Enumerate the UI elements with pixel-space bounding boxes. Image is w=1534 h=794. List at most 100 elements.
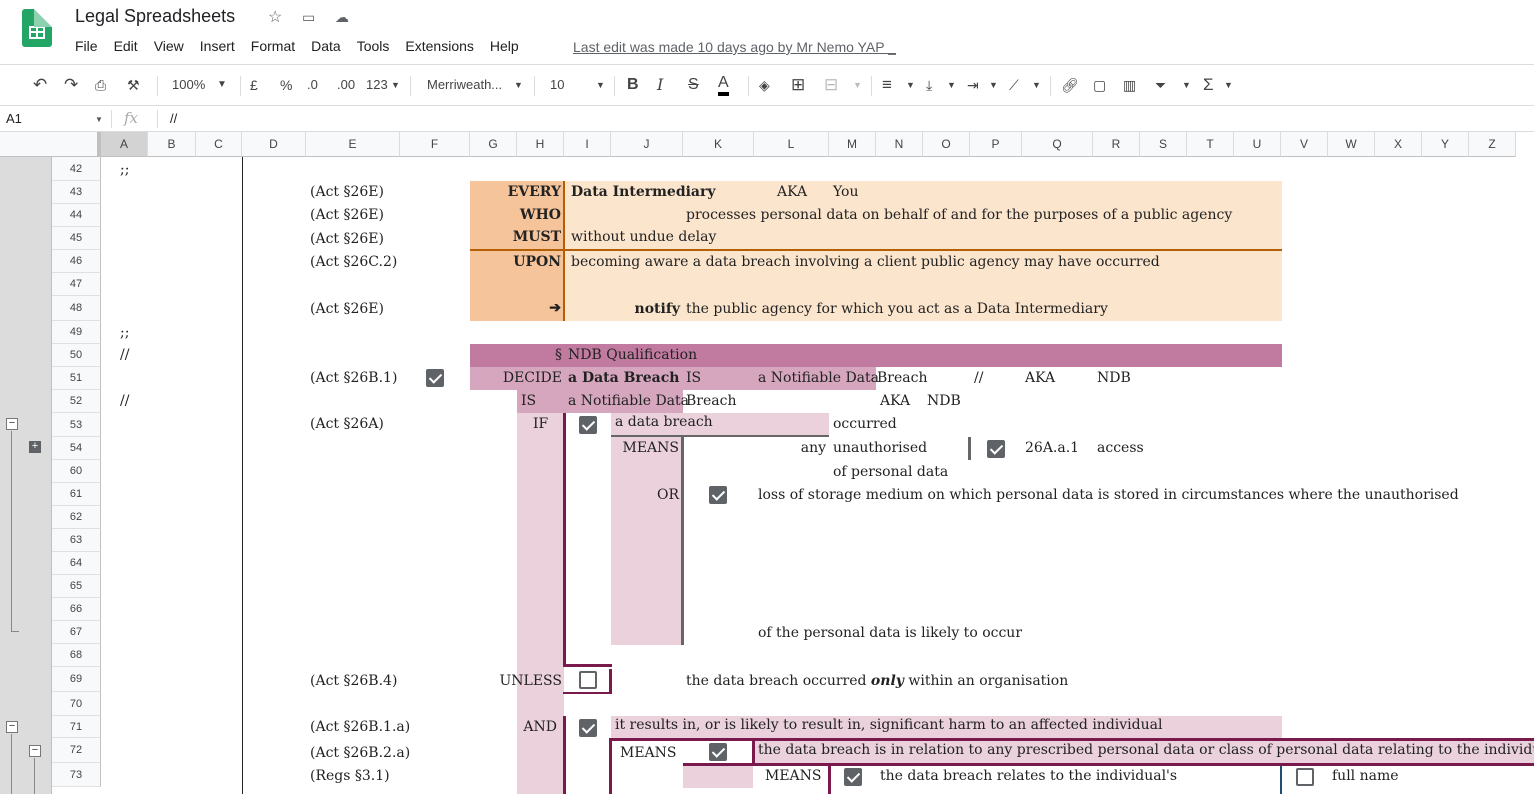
column-header[interactable]: P xyxy=(970,132,1022,157)
menu-file[interactable]: File xyxy=(75,38,98,54)
bold-button[interactable]: B xyxy=(627,74,639,96)
increase-decimal-button[interactable]: .00 xyxy=(337,74,355,96)
menu-format[interactable]: Format xyxy=(251,38,295,54)
cell-j61[interactable]: OR xyxy=(611,487,679,503)
cell-a49[interactable]: ;; xyxy=(120,325,129,341)
text-wrap-icon[interactable]: ⇥ xyxy=(967,74,979,96)
column-header[interactable]: O xyxy=(923,132,970,157)
menu-tools[interactable]: Tools xyxy=(357,38,390,54)
cell-e71[interactable]: (Act §26B.1.a) xyxy=(310,719,410,735)
row-header[interactable]: 63 xyxy=(52,529,101,552)
zoom-dropdown-icon[interactable]: ▼ xyxy=(217,74,227,96)
column-header[interactable]: K xyxy=(683,132,754,157)
column-header[interactable]: Q xyxy=(1022,132,1093,157)
cell-m53[interactable]: occurred xyxy=(833,416,897,432)
cell-l72[interactable]: the data breach is in relation to any pr… xyxy=(758,742,1534,758)
menu-extensions[interactable]: Extensions xyxy=(405,38,473,54)
cell-o52[interactable]: NDB xyxy=(927,393,961,409)
cell-e51[interactable]: (Act §26B.1) xyxy=(310,370,397,386)
text-color-button[interactable]: A xyxy=(718,74,729,96)
row-header[interactable]: 67 xyxy=(52,621,101,644)
menu-view[interactable]: View xyxy=(154,38,184,54)
cell-a50[interactable]: // xyxy=(120,347,129,363)
cell-e46[interactable]: (Act §26C.2) xyxy=(310,254,397,270)
column-header[interactable]: F xyxy=(400,132,470,157)
column-header[interactable]: C xyxy=(196,132,242,157)
cell-l51[interactable]: a Notifiable Data xyxy=(758,370,879,386)
cell-n73[interactable]: the data breach relates to the individua… xyxy=(880,768,1177,784)
cell-l43[interactable]: AKA xyxy=(777,184,807,200)
menu-insert[interactable]: Insert xyxy=(200,38,235,54)
cell-e44[interactable]: (Act §26E) xyxy=(310,207,384,223)
cell-e69[interactable]: (Act §26B.4) xyxy=(310,673,397,689)
row-header[interactable]: 47 xyxy=(52,273,101,296)
row-header[interactable]: 66 xyxy=(52,598,101,621)
undo-icon[interactable]: ↶ xyxy=(33,74,47,96)
sheets-logo-icon[interactable] xyxy=(22,9,52,47)
row-header[interactable]: 72 xyxy=(52,738,101,763)
cell-h52[interactable]: IS xyxy=(521,393,536,409)
zoom-select[interactable]: 100% xyxy=(172,74,205,96)
menu-data[interactable]: Data xyxy=(311,38,341,54)
column-header[interactable]: U xyxy=(1234,132,1281,157)
row-header[interactable]: 50 xyxy=(52,344,101,367)
menu-help[interactable]: Help xyxy=(490,38,519,54)
cell-j48[interactable]: notify xyxy=(600,301,680,317)
merge-cells-icon[interactable]: ⊟ xyxy=(824,74,838,96)
checkbox-k72[interactable] xyxy=(709,743,727,761)
chart-icon[interactable]: ▥ xyxy=(1123,74,1136,96)
document-title[interactable]: Legal Spreadsheets xyxy=(75,6,235,27)
paint-format-icon[interactable]: ⚒ xyxy=(127,74,140,96)
column-header[interactable]: B xyxy=(148,132,196,157)
row-header[interactable]: 48 xyxy=(52,296,101,321)
checkbox-p54[interactable] xyxy=(987,440,1005,458)
row-header[interactable]: 42 xyxy=(52,157,101,181)
row-header[interactable]: 70 xyxy=(52,692,101,716)
cell-q51[interactable]: AKA xyxy=(1025,370,1055,386)
cell-n52[interactable]: AKA xyxy=(880,393,910,409)
collapse-group-icon[interactable]: − xyxy=(6,721,18,733)
cell-i52[interactable]: a Notifiable Data xyxy=(568,393,689,409)
cell-i51[interactable]: a Data Breach xyxy=(568,370,679,386)
row-header[interactable]: 44 xyxy=(52,204,101,227)
row-header[interactable]: 45 xyxy=(52,227,101,250)
font-family-select[interactable]: Merriweath... xyxy=(427,74,502,96)
last-edit-link[interactable]: Last edit was made 10 days ago by Mr Nem… xyxy=(573,39,896,55)
font-size-select[interactable]: 10 xyxy=(550,74,564,96)
cell-o51[interactable]: // xyxy=(974,370,983,386)
cell-e73[interactable]: (Regs §3.1) xyxy=(310,768,390,784)
print-icon[interactable]: ⎙ xyxy=(95,74,106,96)
checkbox-v73[interactable] xyxy=(1296,768,1314,786)
row-header[interactable]: 60 xyxy=(52,460,101,483)
column-header[interactable]: R xyxy=(1093,132,1140,157)
cell-l54[interactable]: any xyxy=(760,440,826,456)
column-header[interactable]: H xyxy=(517,132,564,157)
cell-j43[interactable]: Data Intermediary xyxy=(571,184,716,200)
row-header[interactable]: 52 xyxy=(52,390,101,413)
cell-l61[interactable]: loss of storage medium on which personal… xyxy=(758,487,1459,503)
star-icon[interactable]: ☆ xyxy=(268,7,282,27)
column-header[interactable]: J xyxy=(611,132,683,157)
cell-k48[interactable]: the public agency for which you act as a… xyxy=(686,301,1108,317)
cell-m43[interactable]: You xyxy=(833,184,858,200)
link-icon[interactable]: 🔗︎ xyxy=(1061,74,1079,96)
formula-input[interactable]: // xyxy=(170,111,177,126)
column-header[interactable]: S xyxy=(1140,132,1187,157)
row-header[interactable]: 49 xyxy=(52,321,101,344)
cell-k51[interactable]: IS xyxy=(686,370,701,386)
column-header[interactable]: W xyxy=(1328,132,1375,157)
currency-button[interactable]: £ xyxy=(250,74,258,96)
row-header[interactable]: 62 xyxy=(52,506,101,529)
cell-e53[interactable]: (Act §26A) xyxy=(310,416,384,432)
row-header[interactable]: 51 xyxy=(52,367,101,390)
row-header[interactable]: 69 xyxy=(52,667,101,692)
cell-j53[interactable]: a data breach xyxy=(615,414,713,430)
cell-j54[interactable]: MEANS xyxy=(611,440,679,456)
column-header[interactable]: D xyxy=(242,132,306,157)
column-header[interactable]: T xyxy=(1187,132,1234,157)
column-header[interactable]: L xyxy=(754,132,829,157)
row-header[interactable]: 61 xyxy=(52,483,101,506)
cell-a42[interactable]: ;; xyxy=(120,162,129,178)
checkbox-m73[interactable] xyxy=(844,768,862,786)
percent-button[interactable]: % xyxy=(280,74,292,96)
